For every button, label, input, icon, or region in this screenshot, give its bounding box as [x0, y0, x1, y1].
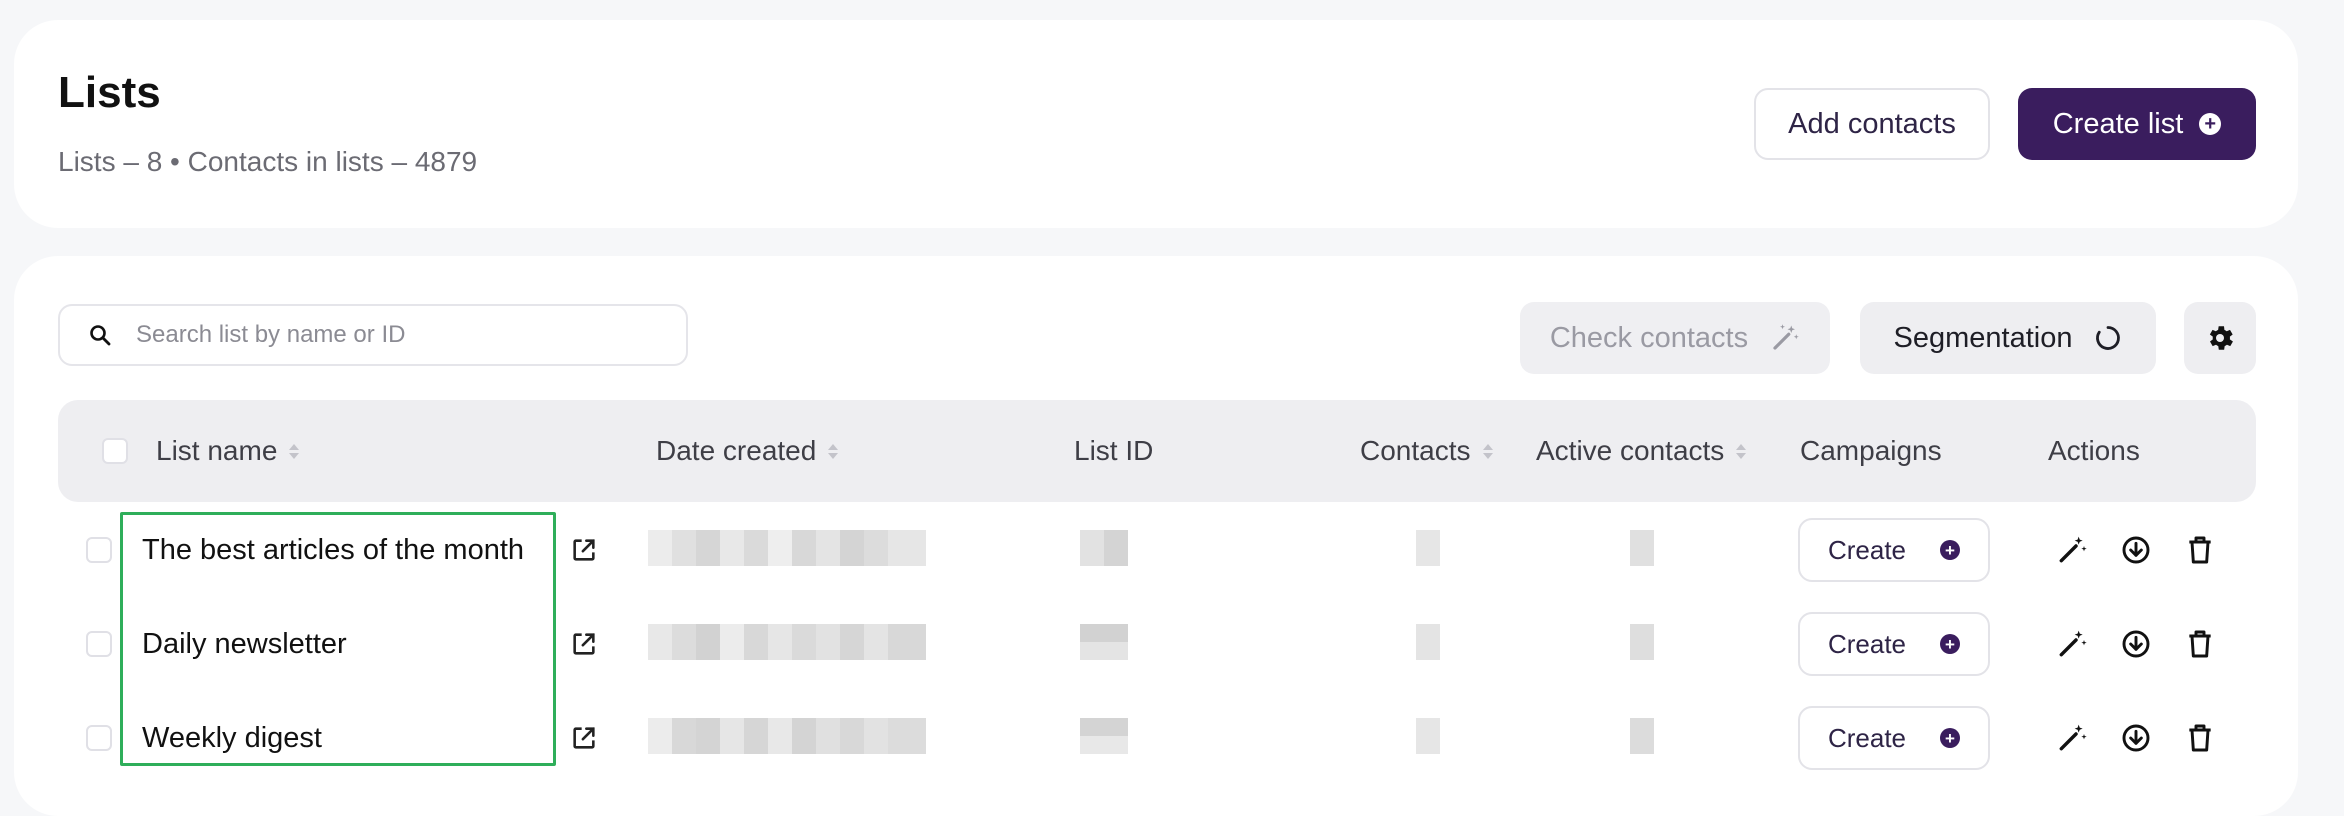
create-list-label: Create list: [2052, 107, 2184, 140]
search-box[interactable]: [58, 304, 688, 366]
column-label: List name: [156, 435, 278, 466]
segmentation-label: Segmentation: [1893, 321, 2073, 354]
external-link-icon[interactable]: [570, 536, 598, 564]
gear-icon: [2209, 326, 2233, 350]
magic-wand-icon[interactable]: [2056, 534, 2088, 566]
date-created-value: [648, 624, 926, 660]
column-campaigns: Campaigns: [1800, 400, 1942, 502]
date-created-value: [648, 530, 926, 566]
list-id-value: [1080, 530, 1128, 566]
column-label: Active contacts: [1536, 435, 1725, 466]
table-header: List name Date created List ID Contacts …: [58, 400, 2256, 502]
row-checkbox[interactable]: [86, 537, 112, 563]
check-contacts-label: Check contacts: [1549, 321, 1749, 354]
column-list-id: List ID: [1074, 400, 1153, 502]
create-campaign-label: Create: [1827, 722, 1907, 753]
table-row: Weekly digest Create +: [14, 692, 2298, 784]
row-checkbox[interactable]: [86, 725, 112, 751]
magic-wand-icon[interactable]: [2056, 628, 2088, 660]
column-label: Campaigns: [1800, 435, 1942, 466]
list-name-link[interactable]: Daily newsletter: [142, 598, 347, 690]
sort-icon: [1736, 443, 1747, 459]
list-id-value: [1080, 624, 1128, 660]
lists-card: Check contacts Segmentation List name Da…: [14, 256, 2298, 816]
add-contacts-button[interactable]: Add contacts: [1754, 88, 1990, 160]
trash-icon[interactable]: [2184, 534, 2216, 566]
column-active-contacts[interactable]: Active contacts: [1536, 400, 1747, 502]
contacts-value: [1416, 530, 1440, 566]
active-contacts-value: [1630, 718, 1654, 754]
column-date-created[interactable]: Date created: [656, 400, 839, 502]
trash-icon[interactable]: [2184, 722, 2216, 754]
magic-wand-icon[interactable]: [2056, 722, 2088, 754]
active-contacts-value: [1630, 624, 1654, 660]
external-link-icon[interactable]: [570, 724, 598, 752]
plus-circle-icon: +: [1940, 728, 1961, 748]
search-icon: [90, 325, 111, 346]
create-list-button[interactable]: Create list +: [2018, 88, 2256, 160]
column-label: Contacts: [1360, 435, 1471, 466]
create-campaign-button[interactable]: Create +: [1798, 612, 1990, 676]
page-title: Lists: [58, 68, 161, 117]
plus-circle-icon: +: [1940, 634, 1961, 654]
column-contacts[interactable]: Contacts: [1360, 400, 1493, 502]
column-actions: Actions: [2048, 400, 2140, 502]
list-name-link[interactable]: Weekly digest: [142, 692, 322, 784]
settings-button[interactable]: [2184, 302, 2256, 374]
header-card: Lists Lists – 8 • Contacts in lists – 48…: [14, 20, 2298, 228]
trash-icon[interactable]: [2184, 628, 2216, 660]
table-row: The best articles of the month Create +: [14, 504, 2298, 596]
list-name-link[interactable]: The best articles of the month: [142, 504, 524, 596]
column-list-name[interactable]: List name: [156, 400, 300, 502]
date-created-value: [648, 718, 926, 754]
sort-icon: [289, 443, 300, 459]
row-checkbox[interactable]: [86, 631, 112, 657]
create-campaign-label: Create: [1827, 628, 1907, 659]
list-id-value: [1080, 718, 1128, 754]
segmentation-button[interactable]: Segmentation: [1860, 302, 2156, 374]
contacts-value: [1416, 624, 1440, 660]
column-label: Date created: [656, 435, 817, 466]
sort-icon: [828, 443, 839, 459]
check-contacts-button[interactable]: Check contacts: [1520, 302, 1830, 374]
contacts-value: [1416, 718, 1440, 754]
create-campaign-button[interactable]: Create +: [1798, 518, 1990, 582]
add-contacts-label: Add contacts: [1788, 107, 1956, 140]
active-contacts-value: [1630, 530, 1654, 566]
plus-circle-icon: +: [2199, 113, 2222, 135]
create-campaign-button[interactable]: Create +: [1798, 706, 1990, 770]
external-link-icon[interactable]: [570, 630, 598, 658]
select-all-checkbox[interactable]: [102, 438, 128, 464]
download-icon[interactable]: [2120, 722, 2152, 754]
plus-circle-icon: +: [1940, 540, 1961, 560]
column-label: Actions: [2048, 435, 2140, 466]
create-campaign-label: Create: [1827, 534, 1907, 565]
table-row: Daily newsletter Create +: [14, 598, 2298, 690]
refresh-icon: [2096, 326, 2121, 350]
download-icon[interactable]: [2120, 628, 2152, 660]
column-label: List ID: [1074, 435, 1154, 466]
magic-wand-icon: [1773, 324, 1799, 350]
sort-icon: [1482, 443, 1493, 459]
download-icon[interactable]: [2120, 534, 2152, 566]
page-subtitle: Lists – 8 • Contacts in lists – 4879: [58, 146, 478, 177]
search-input[interactable]: [134, 320, 638, 350]
